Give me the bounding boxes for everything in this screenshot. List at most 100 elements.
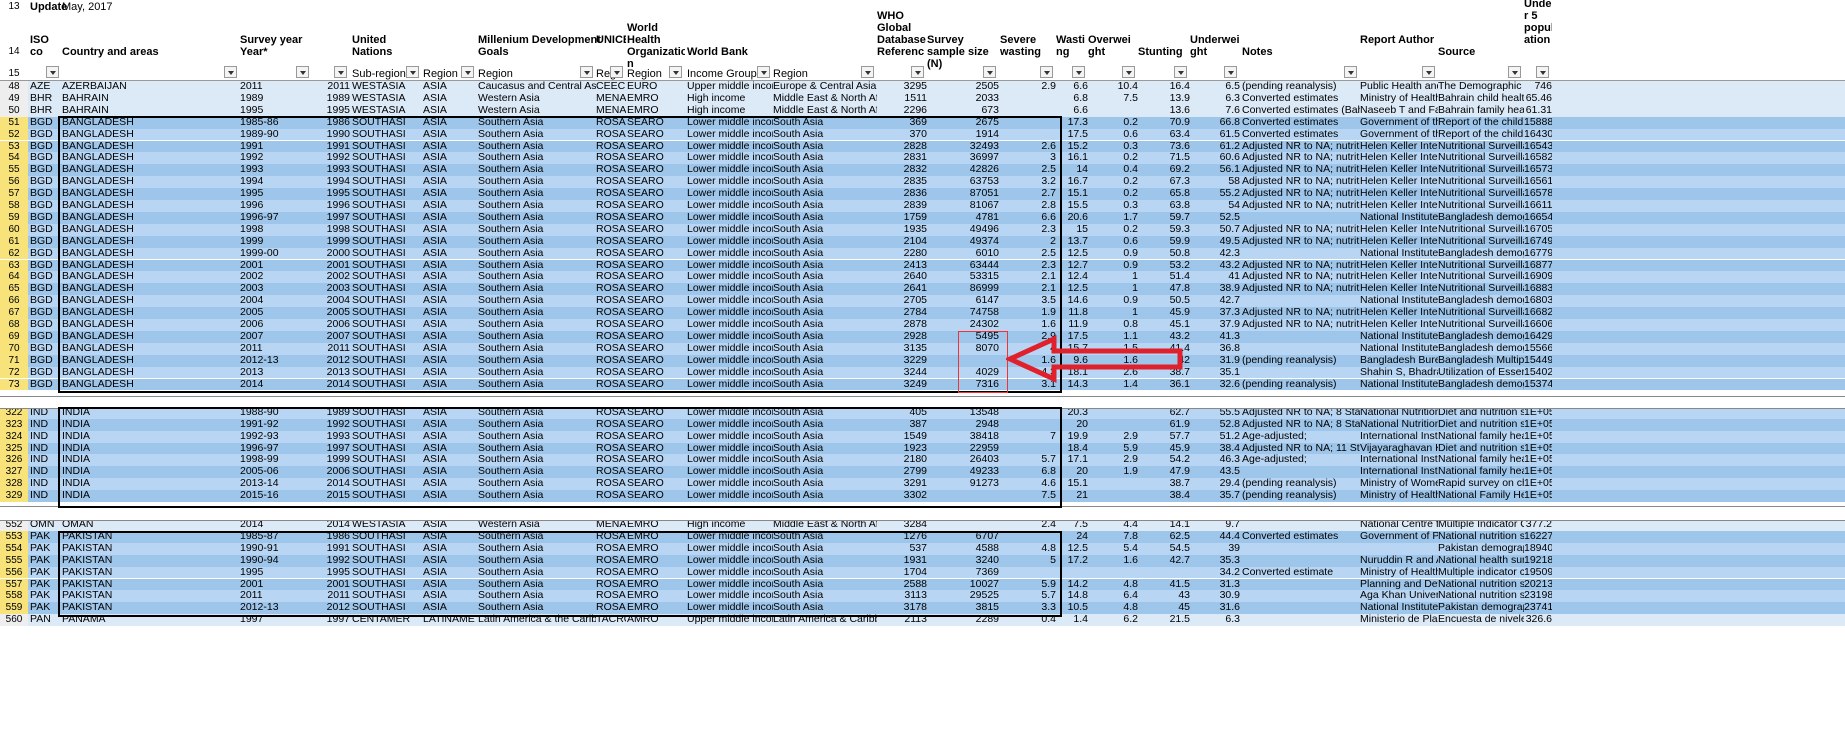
cell-n[interactable]: 4588 [927, 543, 999, 555]
cell-year[interactable]: 2004 [312, 295, 350, 307]
cell-over[interactable]: 2.9 [1088, 431, 1138, 443]
cell-un_reg[interactable]: ASIA [423, 531, 477, 543]
cell-whoref[interactable]: 2784 [877, 307, 927, 319]
filter-dropdown-button[interactable] [1072, 66, 1085, 78]
cell-who[interactable]: SEARO [627, 343, 685, 355]
cell-source[interactable]: National nutrition surv [1438, 531, 1524, 543]
cell-mdg[interactable]: Southern Asia [478, 295, 596, 307]
cell-under[interactable]: 34.2 [1190, 567, 1240, 579]
cell-mdg[interactable]: Southern Asia [478, 129, 596, 141]
cell-mdg[interactable]: Southern Asia [478, 343, 596, 355]
cell-mdg[interactable]: Southern Asia [478, 466, 596, 478]
cell-stunt[interactable]: 50.5 [1138, 295, 1190, 307]
cell-un_reg[interactable]: ASIA [423, 567, 477, 579]
cell-wast[interactable]: 18.4 [1056, 443, 1088, 455]
cell-who[interactable]: SEARO [627, 283, 685, 295]
cell-survey[interactable]: 2004 [240, 295, 312, 307]
cell-wast[interactable]: 12.4 [1056, 271, 1088, 283]
cell-wb_reg[interactable]: Middle East & North Africa [773, 105, 877, 117]
cell-under[interactable]: 58 [1190, 176, 1240, 188]
cell-notes[interactable] [1242, 212, 1360, 224]
cell-over[interactable]: 0.9 [1088, 260, 1138, 272]
cell-source[interactable]: Encuesta de niveles d [1438, 614, 1524, 626]
cell-over[interactable]: 6.2 [1088, 614, 1138, 626]
cell-wb_inc[interactable]: Lower middle income [687, 367, 773, 379]
cell-notes[interactable]: (pending reanalysis) [1242, 490, 1360, 502]
cell-wast[interactable]: 19.9 [1056, 431, 1088, 443]
cell-un_sub[interactable]: SOUTHASI [352, 236, 422, 248]
cell-n[interactable]: 42826 [927, 164, 999, 176]
cell-author[interactable]: Helen Keller Interna [1360, 176, 1438, 188]
cell-whoref[interactable]: 2296 [877, 105, 927, 117]
cell-u5[interactable]: 16749 [1524, 236, 1552, 248]
cell-country[interactable]: BANGLADESH [62, 248, 240, 260]
cell-year[interactable]: 1999 [312, 236, 350, 248]
cell-un_reg[interactable]: ASIA [423, 478, 477, 490]
cell-whoref[interactable]: 1923 [877, 443, 927, 455]
cell-over[interactable]: 0.6 [1088, 129, 1138, 141]
cell-wast[interactable]: 15.1 [1056, 478, 1088, 490]
cell-stunt[interactable]: 41.5 [1138, 579, 1190, 591]
cell-mdg[interactable]: Southern Asia [478, 164, 596, 176]
cell-survey[interactable]: 2001 [240, 260, 312, 272]
column-header-un_sub[interactable]: United Nations [352, 34, 422, 58]
cell-unicef[interactable]: ROSA [596, 307, 626, 319]
cell-unicef[interactable]: ROSA [596, 236, 626, 248]
cell-author[interactable]: National Nutrition M [1360, 419, 1438, 431]
cell-unicef[interactable]: MENA [596, 105, 626, 117]
cell-who[interactable]: SEARO [627, 224, 685, 236]
cell-un_sub[interactable]: SOUTHASI [352, 271, 422, 283]
cell-un_reg[interactable]: ASIA [423, 555, 477, 567]
cell-un_sub[interactable]: WESTASIA [352, 105, 422, 117]
cell-survey[interactable]: 1995 [240, 105, 312, 117]
filter-dropdown-button[interactable] [1040, 66, 1053, 78]
cell-who[interactable]: SEARO [627, 141, 685, 153]
cell-u5[interactable]: 16606 [1524, 319, 1552, 331]
cell-notes[interactable] [1242, 590, 1360, 602]
cell-survey[interactable]: 2013-14 [240, 478, 312, 490]
cell-wast[interactable]: 17.5 [1056, 129, 1088, 141]
cell-over[interactable]: 0.2 [1088, 176, 1138, 188]
cell-n[interactable]: 3240 [927, 555, 999, 567]
cell-stunt[interactable]: 16.4 [1138, 81, 1190, 93]
cell-author[interactable]: Nuruddin R and Azi [1360, 555, 1438, 567]
cell-n[interactable]: 63753 [927, 176, 999, 188]
cell-notes[interactable]: Adjusted NR to NA; nutritional [1242, 164, 1360, 176]
cell-unicef[interactable]: ROSA [596, 431, 626, 443]
cell-under[interactable]: 37.9 [1190, 319, 1240, 331]
cell-sev[interactable]: 2.8 [1000, 200, 1056, 212]
cell-n[interactable]: 81067 [927, 200, 999, 212]
cell-wb_reg[interactable]: Europe & Central Asia [773, 81, 877, 93]
cell-un_reg[interactable]: ASIA [423, 236, 477, 248]
cell-u5[interactable]: 1E+05 [1524, 454, 1552, 466]
cell-country[interactable]: BANGLADESH [62, 343, 240, 355]
cell-iso[interactable]: IND [30, 454, 62, 466]
cell-wb_reg[interactable]: South Asia [773, 431, 877, 443]
cell-author[interactable]: Public Health and R [1360, 81, 1438, 93]
cell-over[interactable]: 7.5 [1088, 93, 1138, 105]
cell-n[interactable]: 673 [927, 105, 999, 117]
cell-un_reg[interactable]: ASIA [423, 176, 477, 188]
cell-sev[interactable]: 4.3 [1000, 367, 1056, 379]
cell-author[interactable]: Ministry of Health, [1360, 567, 1438, 579]
cell-stunt[interactable]: 13.6 [1138, 105, 1190, 117]
cell-source[interactable]: Nutritional Surveillanc [1438, 200, 1524, 212]
cell-un_sub[interactable]: SOUTHASI [352, 567, 422, 579]
cell-stunt[interactable]: 43 [1138, 590, 1190, 602]
cell-year[interactable]: 2001 [312, 260, 350, 272]
column-header-stunt[interactable]: Stunting [1138, 46, 1190, 58]
cell-stunt[interactable]: 41.4 [1138, 343, 1190, 355]
cell-notes[interactable] [1242, 543, 1360, 555]
cell-who[interactable]: SEARO [627, 331, 685, 343]
cell-wb_inc[interactable]: Lower middle income [687, 466, 773, 478]
cell-over[interactable]: 1 [1088, 307, 1138, 319]
cell-un_reg[interactable]: ASIA [423, 543, 477, 555]
cell-stunt[interactable]: 59.7 [1138, 212, 1190, 224]
cell-notes[interactable]: Adjusted NR to NA; nutritional [1242, 152, 1360, 164]
cell-n[interactable]: 49496 [927, 224, 999, 236]
cell-who[interactable]: SEARO [627, 379, 685, 391]
cell-wb_reg[interactable]: South Asia [773, 176, 877, 188]
cell-u5[interactable]: 18940 [1524, 543, 1552, 555]
cell-country[interactable]: BAHRAIN [62, 93, 240, 105]
cell-whoref[interactable]: 2878 [877, 319, 927, 331]
